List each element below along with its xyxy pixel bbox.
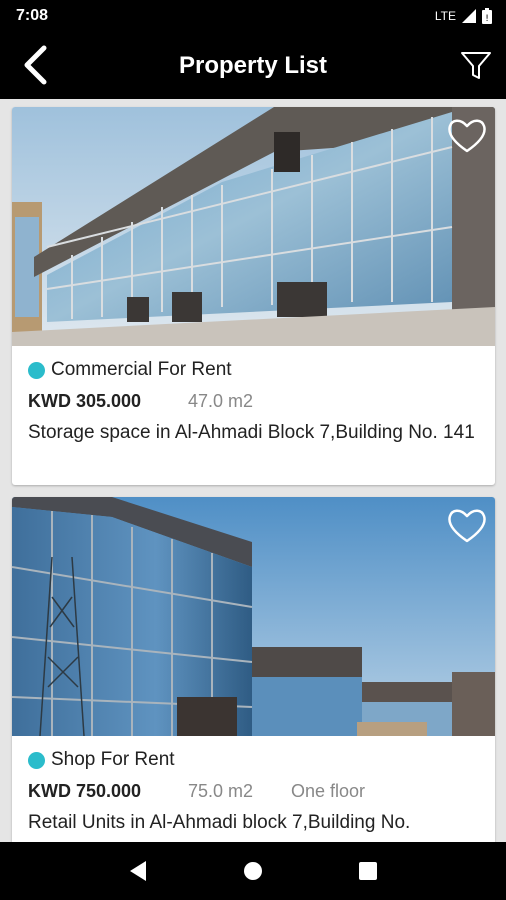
listing-type: Shop For Rent — [28, 748, 479, 772]
listing-description: Retail Units in Al-Ahmadi block 7,Buildi… — [28, 812, 411, 833]
nav-recents-icon — [359, 862, 378, 880]
network-label: LTE — [434, 9, 456, 23]
card-details: Shop For Rent KWD 750.000 75.0 m2 One fl… — [12, 736, 495, 842]
property-card[interactable]: Commercial For Rent KWD 305.000 47.0 m2 … — [12, 107, 495, 485]
system-nav-bar — [0, 842, 506, 900]
listing-meta: KWD 305.000 47.0 m2 — [28, 382, 479, 420]
property-list[interactable]: Commercial For Rent KWD 305.000 47.0 m2 … — [0, 99, 506, 842]
signal-icon — [462, 9, 476, 23]
card-details: Commercial For Rent KWD 305.000 47.0 m2 … — [12, 346, 495, 455]
back-button[interactable] — [12, 42, 58, 88]
battery-icon: ! — [482, 8, 492, 24]
filter-button[interactable] — [456, 46, 496, 86]
nav-home-icon — [243, 862, 262, 880]
listing-description: Storage space in Al-Ahmadi Block 7,Build… — [28, 422, 475, 443]
favorite-heart-icon[interactable] — [445, 113, 489, 157]
property-photo[interactable] — [12, 107, 495, 346]
nav-recents-button[interactable] — [348, 851, 388, 891]
listing-floor: One floor — [291, 780, 366, 801]
listing-type: Commercial For Rent — [28, 358, 479, 382]
property-photo[interactable] — [12, 497, 495, 736]
listing-price: KWD 305.000 — [28, 390, 142, 411]
filter-icon — [461, 52, 491, 79]
app-bar: Property List — [0, 32, 506, 99]
status-time: 7:08 — [16, 7, 49, 24]
listing-type-label: Shop For Rent — [51, 749, 175, 770]
building-photo — [12, 497, 495, 736]
listing-meta: KWD 750.000 75.0 m2 One floor — [28, 772, 479, 810]
back-arrow-icon — [24, 45, 47, 85]
page-title: Property List — [178, 52, 328, 79]
listing-type-label: Commercial For Rent — [51, 359, 232, 380]
nav-back-icon — [129, 861, 146, 881]
status-icons: LTE ! — [435, 8, 492, 24]
listing-type-dot — [28, 751, 45, 769]
listing-price: KWD 750.000 — [28, 780, 142, 801]
svg-text:!: ! — [485, 14, 489, 24]
building-photo — [12, 107, 495, 346]
status-bar: 7:08 LTE ! — [0, 0, 506, 32]
listing-type-dot — [28, 361, 45, 379]
listing-area: 75.0 m2 — [188, 780, 254, 801]
listing-area: 47.0 m2 — [188, 390, 254, 411]
nav-back-button[interactable] — [118, 851, 158, 891]
nav-home-button[interactable] — [233, 851, 273, 891]
property-card[interactable]: Shop For Rent KWD 750.000 75.0 m2 One fl… — [12, 497, 495, 842]
favorite-heart-icon[interactable] — [445, 503, 489, 547]
